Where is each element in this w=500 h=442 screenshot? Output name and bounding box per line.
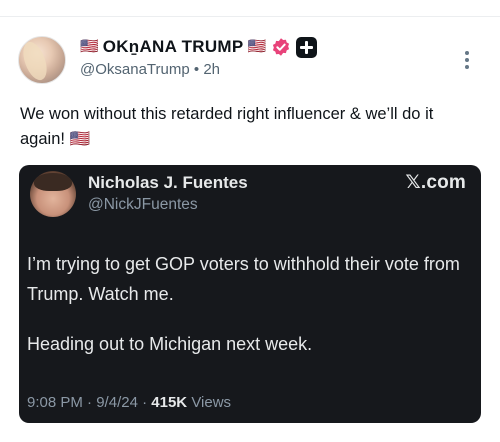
quoted-date: 9/4/24 [96,394,138,411]
verified-badge-icon [273,38,290,56]
quoted-paragraph: Heading out to Michigan next week. [27,334,313,354]
author-display-name[interactable]: OKṉANA TRUMP [103,37,244,57]
x-logo-icon: 𝕏.com [405,172,466,193]
us-flag-icon: 🇺🇸 [247,38,267,55]
author-handle-line: @OksanaTrump • 2h [80,61,220,78]
quoted-author-name: Nicholas J. Fuentes [88,173,248,192]
quoted-views-label: Views [191,394,232,411]
post-text: We won without this retarded right influ… [20,105,434,148]
quoted-meta: 9:08 PM · 9/4/24 · 415K Views [27,394,231,411]
quoted-author-avatar [30,171,76,217]
meta-separator: · [87,394,93,411]
post[interactable]: 🇺🇸 OKṉANA TRUMP 🇺🇸 @OksanaTrump • 2h We … [0,0,500,442]
quoted-time: 9:08 PM [27,394,83,411]
quoted-post-card[interactable]: Nicholas J. Fuentes @NickJFuentes 𝕏.com … [19,165,481,423]
author-handle[interactable]: @OksanaTrump [80,61,190,78]
plus-badge-icon [296,36,318,58]
quoted-post-body: I’m trying to get GOP voters to withhold… [27,249,467,359]
quoted-author-handle: @NickJFuentes [88,196,198,213]
quoted-paragraph: I’m trying to get GOP voters to withhold… [27,254,460,304]
more-vertical-icon[interactable] [460,48,474,74]
quoted-views-count: 415K [151,394,188,411]
author-avatar[interactable] [18,36,66,84]
author-header: 🇺🇸 OKṉANA TRUMP 🇺🇸 [80,36,318,58]
time-separator: • [193,61,200,78]
us-flag-icon: 🇺🇸 [80,38,99,55]
meta-separator: · [142,394,148,411]
post-timestamp[interactable]: 2h [203,61,220,78]
